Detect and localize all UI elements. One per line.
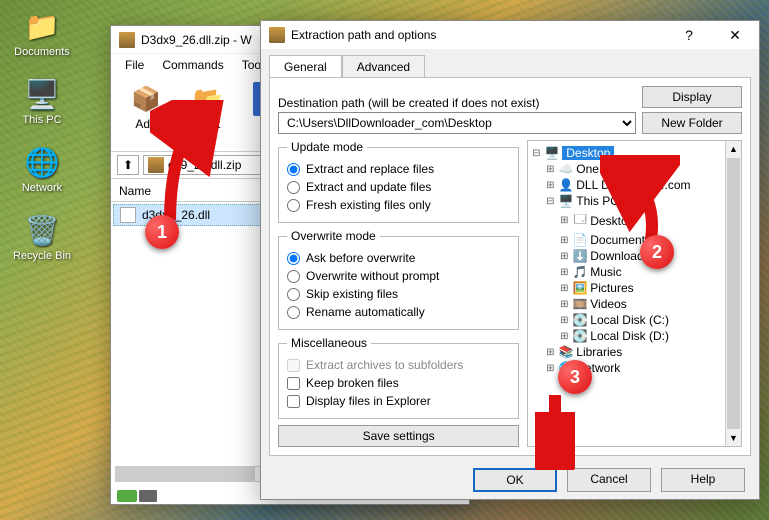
downloads-icon: ⬇️ [572, 249, 588, 263]
tool-extract-to[interactable]: 📂Extract To [179, 80, 237, 147]
display-button[interactable]: Display [642, 86, 742, 108]
desktop-icon: 🗔 [572, 210, 588, 231]
opt-skip[interactable]: Skip existing files [287, 285, 510, 303]
opt-fresh-only[interactable]: Fresh existing files only [287, 196, 510, 214]
new-folder-button[interactable]: New Folder [642, 112, 742, 134]
folder-tree-panel: ⊟🖥️Desktop ⊞☁️OneDri ⊞👤DLL Downloader.co… [527, 140, 742, 447]
opt-rename[interactable]: Rename automatically [287, 303, 510, 321]
libraries-icon: 📚 [558, 345, 574, 359]
help-button[interactable]: Help [661, 468, 745, 492]
menu-file[interactable]: File [117, 56, 152, 74]
tree-disk-c[interactable]: ⊞💽Local Disk (C:) [530, 312, 723, 328]
up-button[interactable]: ⬆ [117, 155, 139, 175]
tree-pictures[interactable]: ⊞🖼️Pictures [530, 280, 723, 296]
ok-button[interactable]: OK [473, 468, 557, 492]
tool-add[interactable]: 📦Add [117, 80, 175, 147]
tree-dll[interactable]: ⊞👤DLL Downloader.com [530, 177, 723, 193]
winrar-icon [119, 32, 135, 48]
tree-thispc-desktop[interactable]: ⊞🗔Desktop [530, 209, 723, 232]
destination-input[interactable]: C:\Users\DllDownloader_com\Desktop [278, 112, 636, 134]
opt-display-explorer[interactable]: Display files in Explorer [287, 392, 510, 410]
user-icon: 👤 [558, 178, 574, 192]
dialog-title-text: Extraction path and options [291, 28, 436, 42]
folder-tree[interactable]: ⊟🖥️Desktop ⊞☁️OneDri ⊞👤DLL Downloader.co… [528, 141, 725, 446]
tabs: General Advanced [261, 49, 759, 77]
desktop-icon-network[interactable]: 🌐 Network [10, 144, 74, 194]
dialog-titlebar[interactable]: Extraction path and options ? ✕ [261, 21, 759, 49]
add-icon: 📦 [129, 82, 163, 116]
cloud-icon: ☁️ [558, 162, 574, 176]
videos-icon: 🎞️ [572, 297, 588, 311]
tree-downloads[interactable]: ⊞⬇️Downloads [530, 248, 723, 264]
opt-subfolders[interactable]: Extract archives to subfolders [287, 356, 510, 374]
tree-documents[interactable]: ⊞📄Documents [530, 232, 723, 248]
vertical-scrollbar[interactable]: ▲▼ [725, 141, 741, 446]
annotation-marker-1: 1 [145, 215, 179, 249]
music-icon: 🎵 [572, 265, 588, 279]
archive-icon [148, 157, 164, 173]
menu-commands[interactable]: Commands [154, 56, 231, 74]
destination-label: Destination path (will be created if doe… [278, 96, 636, 110]
dialog-footer: OK Cancel Help [261, 462, 759, 502]
label: Documents [14, 46, 70, 58]
winrar-icon [269, 27, 285, 43]
pc-icon: 🖥️ [24, 76, 60, 112]
tree-thispc[interactable]: ⊟🖥️This PC [530, 193, 723, 209]
save-settings-button[interactable]: Save settings [278, 425, 519, 447]
tree-libraries[interactable]: ⊞📚Libraries [530, 344, 723, 360]
tree-desktop[interactable]: ⊟🖥️Desktop [530, 145, 723, 161]
lock-icon [117, 490, 137, 502]
opt-overwrite[interactable]: Overwrite without prompt [287, 267, 510, 285]
desktop-icons: 📁 Documents 🖥️ This PC 🌐 Network 🗑️ Recycle … [10, 8, 74, 262]
scroll-up-icon[interactable]: ▲ [726, 141, 741, 157]
pictures-icon: 🖼️ [572, 281, 588, 295]
tree-videos[interactable]: ⊞🎞️Videos [530, 296, 723, 312]
help-button[interactable]: ? [669, 21, 709, 49]
update-legend: Update mode [287, 140, 367, 154]
opt-extract-update[interactable]: Extract and update files [287, 178, 510, 196]
desktop-icon-documents[interactable]: 📁 Documents [10, 8, 74, 58]
disk-icon [139, 490, 157, 502]
scroll-down-icon[interactable]: ▼ [726, 430, 741, 446]
opt-keep-broken[interactable]: Keep broken files [287, 374, 510, 392]
misc-legend: Miscellaneous [287, 336, 371, 350]
scrollbar-thumb[interactable] [727, 158, 740, 429]
overwrite-mode-group: Overwrite mode Ask before overwrite Over… [278, 229, 519, 330]
tree-onedrive[interactable]: ⊞☁️OneDri [530, 161, 723, 177]
desktop-icon: 🖥️ [544, 146, 560, 160]
extraction-dialog: Extraction path and options ? ✕ General … [260, 20, 760, 500]
desktop-icon-thispc[interactable]: 🖥️ This PC [10, 76, 74, 126]
disk-icon: 💽 [572, 313, 588, 327]
status-bar [117, 490, 157, 502]
tab-advanced[interactable]: Advanced [342, 55, 425, 78]
misc-group: Miscellaneous Extract archives to subfol… [278, 336, 519, 419]
disk-icon: 💽 [572, 329, 588, 343]
documents-icon: 📄 [572, 233, 588, 247]
tree-music[interactable]: ⊞🎵Music [530, 264, 723, 280]
file-icon [120, 207, 136, 223]
label: Recycle Bin [13, 250, 71, 262]
scrollbar-thumb[interactable] [116, 467, 255, 481]
overwrite-legend: Overwrite mode [287, 229, 380, 243]
network-icon: 🌐 [24, 144, 60, 180]
update-mode-group: Update mode Extract and replace files Ex… [278, 140, 519, 223]
folder-icon: 📁 [24, 8, 60, 44]
opt-extract-replace[interactable]: Extract and replace files [287, 160, 510, 178]
tab-body: Destination path (will be created if doe… [269, 77, 751, 456]
tab-general[interactable]: General [269, 55, 342, 78]
annotation-marker-3: 3 [558, 360, 592, 394]
annotation-marker-2: 2 [640, 235, 674, 269]
close-button[interactable]: ✕ [715, 21, 755, 49]
opt-ask[interactable]: Ask before overwrite [287, 249, 510, 267]
label: This PC [22, 114, 61, 126]
tree-disk-d[interactable]: ⊞💽Local Disk (D:) [530, 328, 723, 344]
label: Network [22, 182, 62, 194]
desktop-icon-recycle[interactable]: 🗑️ Recycle Bin [10, 212, 74, 262]
cancel-button[interactable]: Cancel [567, 468, 651, 492]
pc-icon: 🖥️ [558, 194, 574, 208]
recycle-icon: 🗑️ [24, 212, 60, 248]
extract-icon: 📂 [191, 82, 225, 116]
winrar-title-text: D3dx9_26.dll.zip - W [141, 33, 252, 47]
